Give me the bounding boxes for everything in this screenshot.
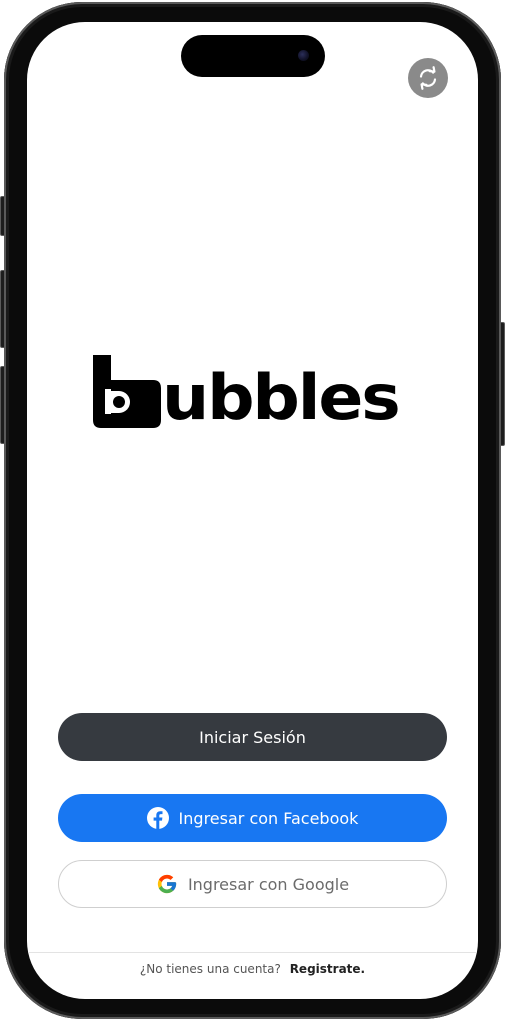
logo-wordmark: ubbles <box>162 361 401 434</box>
signup-prompt-text: ¿No tienes una cuenta? <box>139 962 281 976</box>
signup-prompt-row: ¿No tienes una cuenta? Registrate. <box>27 962 478 976</box>
dynamic-island <box>181 35 325 77</box>
login-screen: ubbles Iniciar Sesión Ingresar con Faceb… <box>27 22 478 999</box>
bubbles-logo: ubbles <box>93 352 413 434</box>
facebook-login-label: Ingresar con Facebook <box>178 808 359 828</box>
signup-link[interactable]: Registrate. <box>290 962 365 976</box>
logo-mark <box>93 355 161 428</box>
login-button-label: Iniciar Sesión <box>199 727 306 747</box>
google-icon <box>156 873 178 895</box>
footer-divider <box>27 952 478 953</box>
facebook-icon <box>146 807 169 829</box>
refresh-button[interactable] <box>408 58 448 98</box>
login-button[interactable]: Iniciar Sesión <box>58 713 447 761</box>
google-login-button[interactable]: Ingresar con Google <box>58 860 447 908</box>
google-login-label: Ingresar con Google <box>187 874 350 894</box>
refresh-icon <box>416 66 440 90</box>
facebook-login-button[interactable]: Ingresar con Facebook <box>58 794 447 842</box>
front-camera <box>298 50 309 61</box>
